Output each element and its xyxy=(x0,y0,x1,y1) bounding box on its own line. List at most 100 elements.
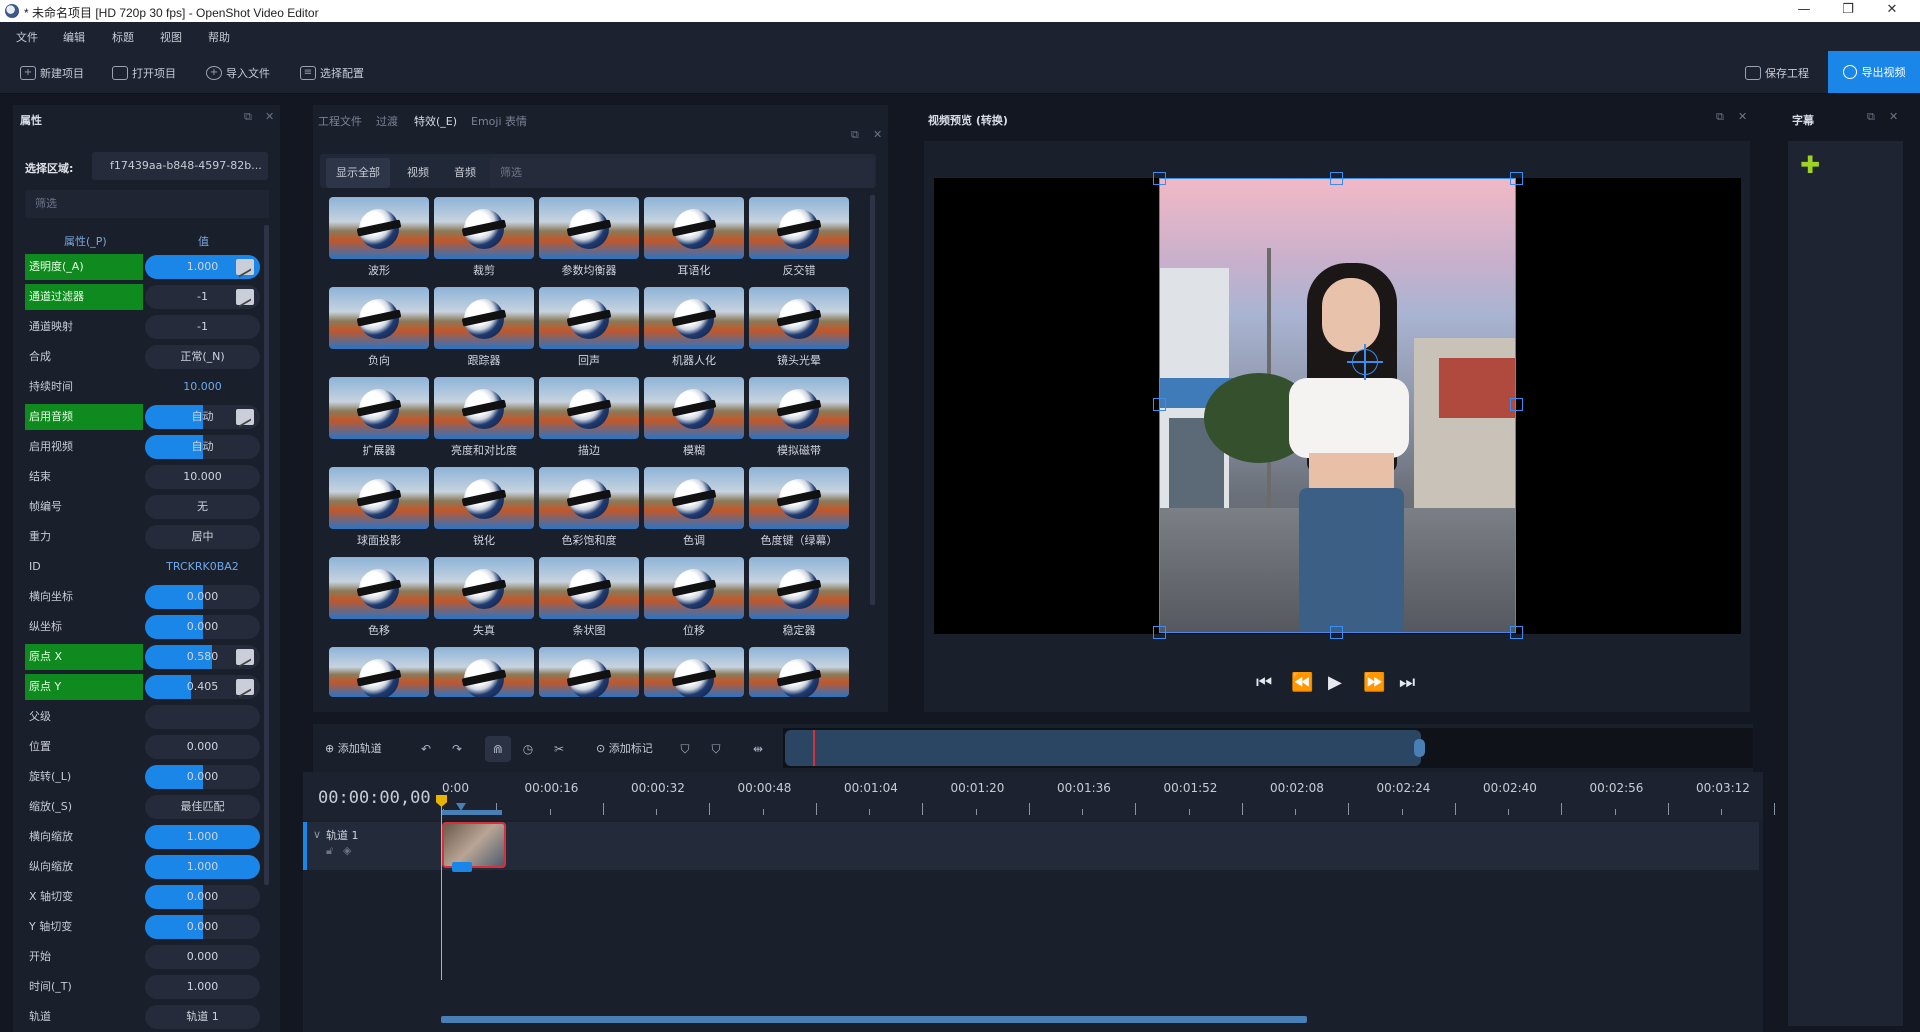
property-row[interactable]: 帧编号 无 xyxy=(25,494,261,520)
tab-emoji[interactable]: Emoji 表情 xyxy=(471,113,527,129)
property-row[interactable]: 横向坐标 0.000 xyxy=(25,584,261,610)
property-value[interactable]: 自动 xyxy=(145,435,260,459)
effect-item[interactable]: 镜头光晕 xyxy=(749,287,849,368)
transform-handle-br[interactable] xyxy=(1510,626,1523,639)
add-marker-button[interactable]: ⊙ 添加标记 xyxy=(596,736,653,762)
effect-item[interactable]: 色度键（绿幕） xyxy=(749,467,849,548)
effect-item[interactable] xyxy=(749,647,849,697)
track-row[interactable] xyxy=(303,822,1759,870)
effect-item[interactable]: 参数均衡器 xyxy=(539,197,639,278)
playhead[interactable] xyxy=(441,798,442,980)
property-value[interactable]: -1 xyxy=(145,315,260,339)
property-value[interactable]: 0.000 xyxy=(145,615,260,639)
transform-handle-top[interactable] xyxy=(1330,172,1343,185)
center-playhead-icon[interactable]: ⇹ xyxy=(745,736,771,762)
effect-item[interactable]: 稳定器 xyxy=(749,557,849,638)
transform-selection-box[interactable] xyxy=(1159,178,1516,633)
property-value[interactable]: 1.000 xyxy=(145,255,260,279)
property-value[interactable]: -1 xyxy=(145,285,260,309)
transform-handle-tr[interactable] xyxy=(1510,172,1523,185)
export-video-button[interactable]: 导出视频 xyxy=(1828,51,1920,93)
keyframe-curve-icon[interactable] xyxy=(236,679,254,695)
col-property-header[interactable]: 属性(_P) xyxy=(64,233,107,249)
property-row[interactable]: 父级 xyxy=(25,704,261,730)
effects-close-icon[interactable]: ✕ xyxy=(873,128,882,141)
timeline-horizontal-scrollbar[interactable] xyxy=(441,1016,1307,1023)
effect-item[interactable]: 色调 xyxy=(644,467,744,548)
effect-item[interactable]: 波形 xyxy=(329,197,429,278)
track-header[interactable]: ∨ 轨道 1 🔓︎ ◈ xyxy=(303,822,438,870)
property-value[interactable]: 10.000 xyxy=(145,375,260,399)
play-icon[interactable]: ▶ xyxy=(1328,672,1342,693)
transform-handle-bottom[interactable] xyxy=(1330,626,1343,639)
filter-show-all[interactable]: 显示全部 xyxy=(326,158,390,188)
transform-handle-tl[interactable] xyxy=(1153,172,1166,185)
effect-item[interactable]: 模拟磁带 xyxy=(749,377,849,458)
property-row[interactable]: 持续时间 10.000 xyxy=(25,374,261,400)
effect-item[interactable] xyxy=(434,647,534,697)
effects-search-input[interactable]: 筛选 xyxy=(490,158,874,188)
subtitles-close-icon[interactable]: ✕ xyxy=(1889,110,1898,123)
transform-handle-right[interactable] xyxy=(1510,398,1523,411)
add-track-button[interactable]: ⊕ 添加轨道 xyxy=(325,736,382,762)
lock-icon[interactable]: 🔓︎ xyxy=(326,844,333,858)
preview-float-icon[interactable]: ⧉ xyxy=(1716,110,1724,124)
menu-file[interactable]: 文件 xyxy=(16,29,38,45)
effect-item[interactable]: 位移 xyxy=(644,557,744,638)
previous-marker-icon[interactable]: ⛉ xyxy=(672,736,698,762)
menu-view[interactable]: 视图 xyxy=(160,29,182,45)
zoom-window-handle[interactable] xyxy=(1414,739,1425,757)
property-value[interactable]: 0.000 xyxy=(145,915,260,939)
property-row[interactable]: Y 轴切变 0.000 xyxy=(25,914,261,940)
col-value-header[interactable]: 值 xyxy=(198,233,209,249)
property-value[interactable]: 0.580 xyxy=(145,645,260,669)
property-row[interactable]: 启用音频 自动 xyxy=(25,404,261,430)
save-project-button[interactable]: 保存工程 xyxy=(1745,62,1809,84)
timing-icon[interactable]: ◷ xyxy=(515,736,541,762)
property-row[interactable]: 时间(_T) 1.000 xyxy=(25,974,261,1000)
keyframe-curve-icon[interactable] xyxy=(236,259,254,275)
menu-edit[interactable]: 编辑 xyxy=(63,29,85,45)
properties-filter-input[interactable]: 筛选 xyxy=(25,190,269,218)
import-files-button[interactable]: + 导入文件 xyxy=(206,62,270,84)
effect-item[interactable]: 负向 xyxy=(329,287,429,368)
effect-item[interactable]: 球面投影 xyxy=(329,467,429,548)
collapse-chevron-icon[interactable]: ∨ xyxy=(313,828,321,841)
property-value[interactable]: 无 xyxy=(145,495,260,519)
effect-item[interactable]: 反交错 xyxy=(749,197,849,278)
property-row[interactable]: 位置 0.000 xyxy=(25,734,261,760)
effect-item[interactable]: 色彩饱和度 xyxy=(539,467,639,548)
effect-item[interactable] xyxy=(329,647,429,697)
tab-project-files[interactable]: 工程文件 xyxy=(318,113,362,129)
property-row[interactable]: 透明度(_A) 1.000 xyxy=(25,254,261,280)
effect-item[interactable]: 跟踪器 xyxy=(434,287,534,368)
clip-effects-badge[interactable] xyxy=(452,862,472,872)
effect-item[interactable]: 裁剪 xyxy=(434,197,534,278)
filter-audio[interactable]: 音频 xyxy=(444,158,486,188)
property-row[interactable]: 纵坐标 0.000 xyxy=(25,614,261,640)
effect-item[interactable]: 回声 xyxy=(539,287,639,368)
new-project-button[interactable]: + 新建项目 xyxy=(20,62,84,84)
property-row[interactable]: 重力 居中 xyxy=(25,524,261,550)
properties-scrollbar[interactable] xyxy=(264,225,269,885)
razor-icon[interactable]: ✂ xyxy=(546,736,572,762)
keyframe-icon[interactable]: ◈ xyxy=(343,844,351,857)
property-value[interactable]: 轨道 1 xyxy=(145,1005,260,1029)
property-value[interactable]: TRCKRK0BA2 xyxy=(145,555,260,579)
tab-effects[interactable]: 特效(_E) xyxy=(414,113,457,129)
effect-item[interactable]: 色移 xyxy=(329,557,429,638)
property-value[interactable]: 1.000 xyxy=(145,855,260,879)
property-row[interactable]: 结束 10.000 xyxy=(25,464,261,490)
fast-forward-icon[interactable]: ⏩ xyxy=(1363,672,1385,693)
property-row[interactable]: 开始 0.000 xyxy=(25,944,261,970)
undo-icon[interactable]: ↶ xyxy=(413,736,439,762)
filter-video[interactable]: 视频 xyxy=(397,158,439,188)
jump-start-icon[interactable]: ⏮ xyxy=(1256,672,1272,693)
property-value[interactable]: 0.000 xyxy=(145,735,260,759)
choose-profile-button[interactable]: ≡ 选择配置 xyxy=(300,62,364,84)
add-subtitle-icon[interactable]: ✚ xyxy=(1800,153,1820,177)
timeline-clip[interactable] xyxy=(442,822,506,868)
effect-item[interactable] xyxy=(644,647,744,697)
property-value[interactable]: 0.000 xyxy=(145,765,260,789)
panel-close-icon[interactable]: ✕ xyxy=(265,110,274,123)
